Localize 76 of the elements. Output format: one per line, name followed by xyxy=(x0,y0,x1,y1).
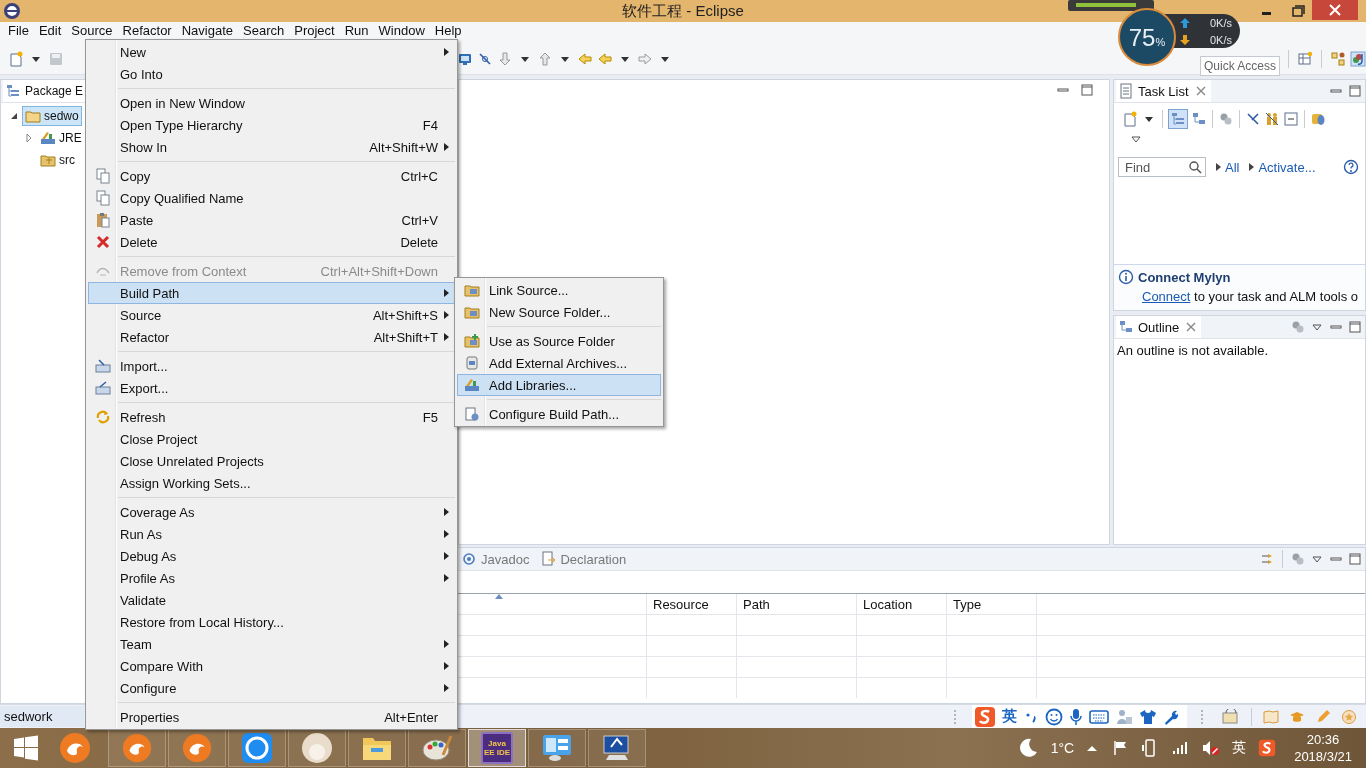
tree-item[interactable]: JRE xyxy=(37,128,85,148)
menu-item[interactable]: New Source Folder... xyxy=(457,301,661,323)
input-language[interactable]: 英 xyxy=(1232,739,1247,757)
menu-item[interactable]: Run As xyxy=(88,523,455,545)
menu-item[interactable]: Validate xyxy=(88,589,455,611)
menu-item[interactable]: Open in New Window xyxy=(88,92,455,114)
download-speed: 0K/s xyxy=(1209,33,1232,46)
upload-speed: 0K/s xyxy=(1209,16,1232,29)
menu-item[interactable]: Properties Alt+Enter xyxy=(88,706,455,728)
find-field[interactable]: Find xyxy=(1118,157,1206,177)
menu-item[interactable]: Help xyxy=(430,24,468,38)
window-title: 软件工程 - Eclipse xyxy=(622,1,744,21)
column-header[interactable]: Type xyxy=(947,594,1037,614)
menu-item[interactable]: Configure xyxy=(88,677,455,699)
menu-item[interactable]: Coverage As xyxy=(88,501,455,523)
menu-item[interactable]: Assign Working Sets... xyxy=(88,472,455,494)
column-header[interactable]: Path xyxy=(737,594,857,614)
view-tab[interactable]: Package E xyxy=(3,80,86,102)
menu-item[interactable]: Window xyxy=(374,24,431,38)
menu-item[interactable]: Run xyxy=(340,24,375,38)
menu-item[interactable]: Refactor Alt+Shift+T xyxy=(88,326,455,348)
column-header[interactable]: Location xyxy=(857,594,947,614)
connect-link[interactable]: Connect xyxy=(1142,289,1191,304)
menu-item[interactable]: Import... xyxy=(88,355,455,377)
menu-item[interactable]: Restore from Local History... xyxy=(88,611,455,633)
language-mode[interactable]: 英 xyxy=(1002,707,1017,726)
menu-item[interactable]: New xyxy=(88,41,455,63)
menu-item[interactable]: Close Unrelated Projects xyxy=(88,450,455,472)
taskbar-app[interactable]: Java EE IDE xyxy=(468,729,526,767)
filter-link[interactable]: Activate... xyxy=(1258,159,1316,175)
menu-item[interactable]: Copy Ctrl+C xyxy=(88,165,455,187)
menu-item[interactable]: Add Libraries... xyxy=(457,374,661,396)
menu-item[interactable]: Link Source... xyxy=(457,279,661,301)
menu-item[interactable]: Copy Qualified Name xyxy=(88,187,455,209)
date: 2018/3/21 xyxy=(1294,748,1352,765)
column-header[interactable]: Resource xyxy=(647,594,737,614)
outline-message: An outline is not available. xyxy=(1116,342,1270,360)
view-tab[interactable]: Task List xyxy=(1116,80,1211,102)
tree-item[interactable]: sedwo xyxy=(22,106,82,126)
menu-item[interactable]: Source xyxy=(67,24,119,38)
java-ide-icon: Java EE IDE xyxy=(481,732,513,764)
menu-item[interactable]: Project xyxy=(290,24,341,38)
clock[interactable]: 20:36 2018/3/21 xyxy=(1294,731,1352,765)
temperature[interactable]: 1°C xyxy=(1050,740,1075,756)
connect-text: Connect to your task and ALM tools o xyxy=(1141,289,1360,304)
menu-item[interactable]: Profile As xyxy=(88,567,455,589)
menu-item[interactable]: Refactor xyxy=(118,24,178,38)
status-text: sedwork xyxy=(0,706,84,727)
menu-item[interactable]: Debug As xyxy=(88,545,455,567)
menu-item[interactable]: Go Into xyxy=(88,63,455,85)
menu-item[interactable]: Close Project xyxy=(88,428,455,450)
menu-item[interactable]: Paste Ctrl+V xyxy=(88,209,455,231)
menu-item[interactable]: Export... xyxy=(88,377,455,399)
menu-item[interactable]: Use as Source Folder xyxy=(457,330,661,352)
view-tab[interactable]: Declaration xyxy=(538,548,633,570)
connect-title: Connect Mylyn xyxy=(1138,269,1231,285)
menu-item[interactable]: Delete Delete xyxy=(88,231,455,253)
view-tab[interactable]: Outline xyxy=(1116,316,1202,338)
tree-item[interactable]: src xyxy=(37,150,78,170)
menu-item[interactable]: Build Path xyxy=(88,282,455,304)
menu-item[interactable]: Configure Build Path... xyxy=(457,403,661,425)
menu-item[interactable]: Navigate xyxy=(177,24,239,38)
view-tab[interactable]: Javadoc xyxy=(459,548,536,570)
menu-item[interactable]: Search xyxy=(239,24,291,38)
time: 20:36 xyxy=(1306,731,1340,748)
menu-item[interactable]: Add External Archives... xyxy=(457,352,661,374)
menu-item[interactable]: Edit xyxy=(34,24,68,38)
filter-link[interactable]: All xyxy=(1225,159,1240,175)
menu-item[interactable]: File xyxy=(4,24,35,38)
menu-item[interactable]: Team xyxy=(88,633,455,655)
menu-item[interactable]: Source Alt+Shift+S xyxy=(88,304,455,326)
quick-access-field[interactable]: Quick Access xyxy=(1200,56,1280,76)
menu-item[interactable]: Open Type Hierarchy F4 xyxy=(88,114,455,136)
menu-item[interactable]: Show In Alt+Shift+W xyxy=(88,136,455,158)
menu-item[interactable]: Refresh F5 xyxy=(88,406,455,428)
menu-item[interactable]: Compare With xyxy=(88,655,455,677)
